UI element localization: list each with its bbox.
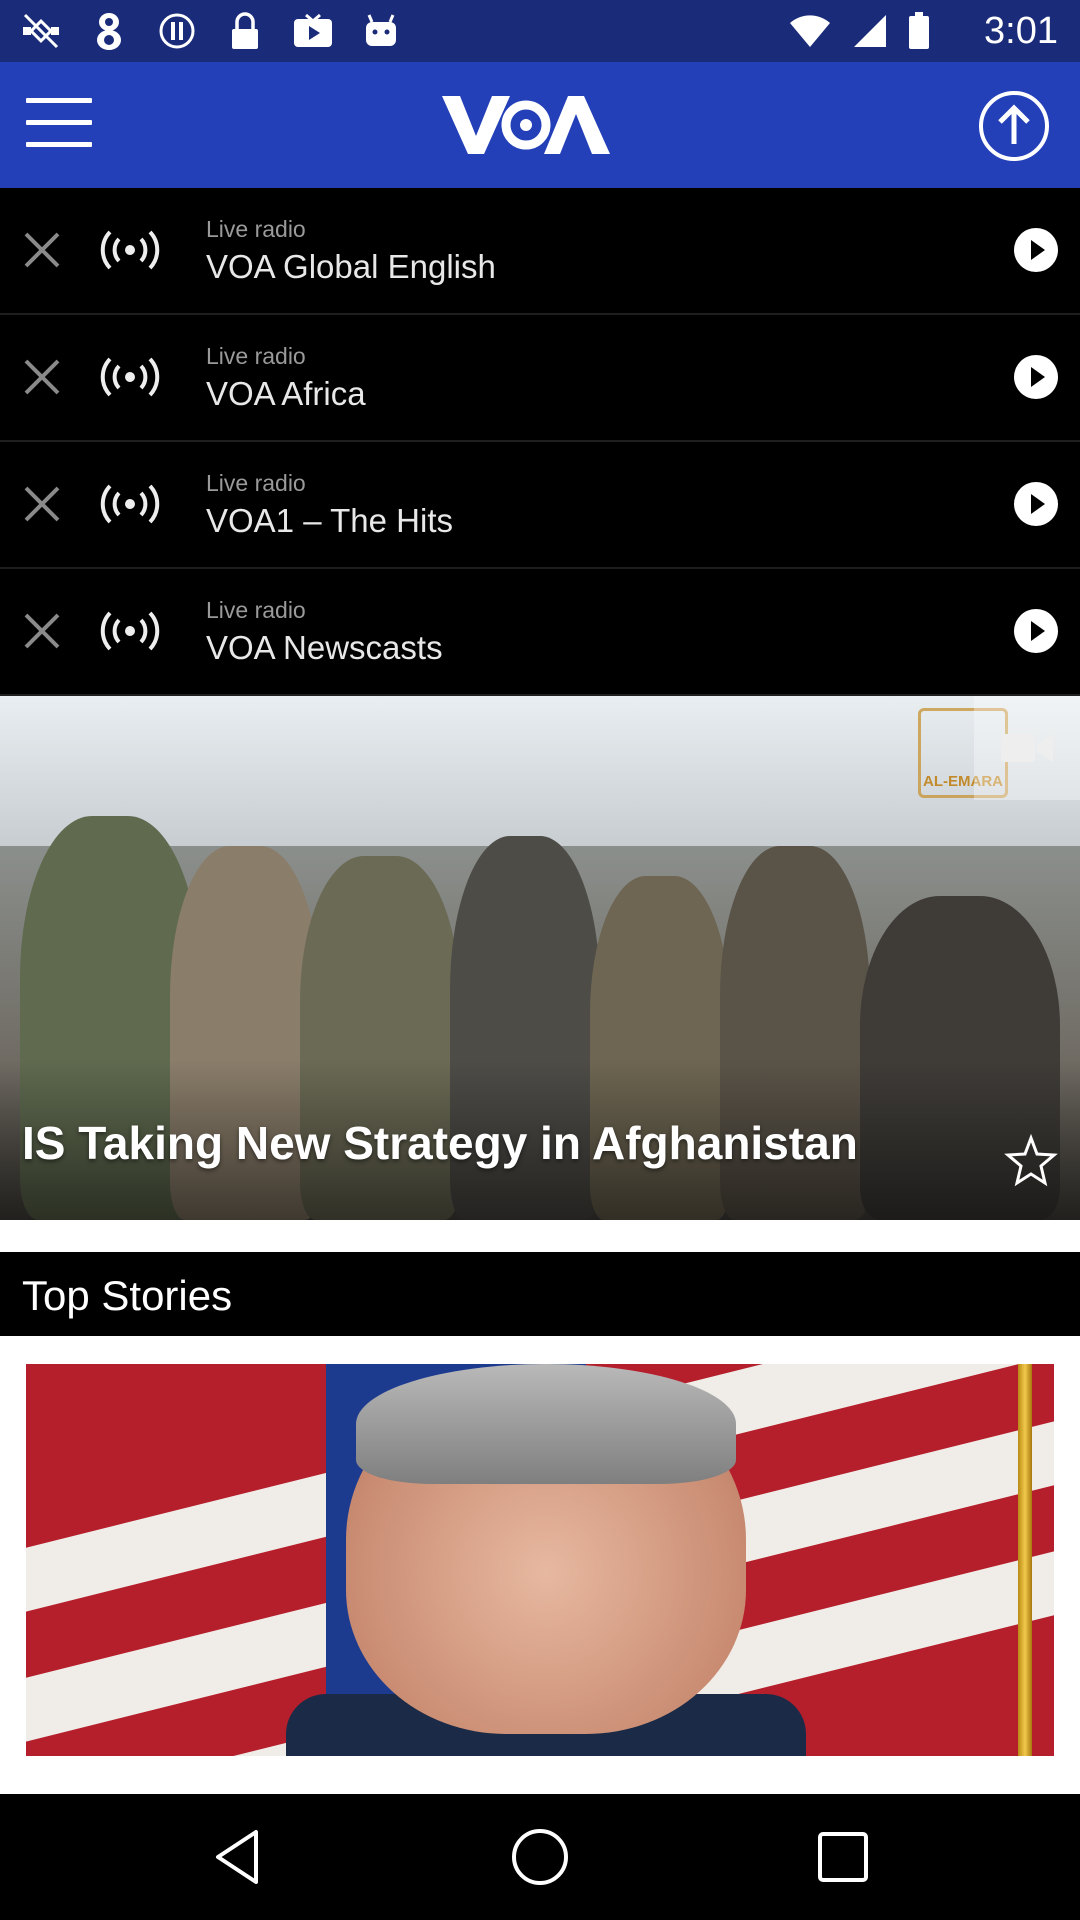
satellite-off-icon xyxy=(20,10,62,52)
radio-item[interactable]: Live radio VOA Global English xyxy=(0,188,1080,315)
play-icon[interactable] xyxy=(1012,226,1060,274)
app-header xyxy=(0,62,1080,188)
radio-item[interactable]: Live radio VOA Newscasts xyxy=(0,569,1080,696)
portrait-hair xyxy=(356,1364,736,1484)
section-title: Top Stories xyxy=(22,1272,233,1319)
close-icon[interactable] xyxy=(20,482,64,526)
android-icon xyxy=(360,10,402,52)
video-camera-icon xyxy=(974,696,1080,800)
voa-logo[interactable] xyxy=(440,92,612,158)
lock-icon xyxy=(224,10,266,52)
broadcast-icon xyxy=(98,607,162,655)
cell-signal-icon xyxy=(852,13,888,54)
home-circle-icon[interactable] xyxy=(507,1824,573,1890)
flag-pole xyxy=(1018,1364,1032,1756)
recents-square-icon[interactable] xyxy=(810,1824,876,1890)
radio-item-kicker: Live radio xyxy=(206,216,306,242)
hero-story-card[interactable]: AL-EMARA IS Taking New Strategy in Afgha… xyxy=(0,696,1080,1220)
status-icons xyxy=(20,8,402,54)
hamburger-menu-icon xyxy=(26,98,92,103)
radio-item-kicker: Live radio xyxy=(206,597,306,623)
battery-icon xyxy=(908,12,930,55)
broadcast-icon xyxy=(98,480,162,528)
radio-item-title: VOA Newscasts xyxy=(206,629,443,666)
status-bar: 3:01 xyxy=(0,0,1080,62)
radio-item[interactable]: Live radio VOA1 – The Hits xyxy=(0,442,1080,569)
live-radio-list: Live radio VOA Global English Live radio… xyxy=(0,188,1080,696)
radio-item-title: VOA Global English xyxy=(206,248,496,285)
arrow-up-circle-icon xyxy=(979,91,1049,161)
menu-button[interactable] xyxy=(26,98,92,152)
close-icon[interactable] xyxy=(20,228,64,272)
radio-item-title: VOA1 – The Hits xyxy=(206,502,454,539)
broadcast-icon xyxy=(98,226,162,274)
star-outline-icon[interactable] xyxy=(1004,1133,1058,1188)
close-icon[interactable] xyxy=(20,609,64,653)
top-story-image[interactable] xyxy=(26,1364,1054,1756)
play-icon[interactable] xyxy=(1012,480,1060,528)
back-triangle-icon[interactable] xyxy=(206,1824,272,1890)
top-story-area xyxy=(0,1336,1080,1794)
broadcast-icon xyxy=(98,353,162,401)
scroll-to-top-button[interactable] xyxy=(978,90,1050,162)
hero-headline[interactable]: IS Taking New Strategy in Afghanistan xyxy=(22,1116,962,1170)
status-time: 3:01 xyxy=(984,10,1058,52)
status-system-icons xyxy=(788,12,930,55)
wifi-icon xyxy=(788,13,832,54)
section-spacer xyxy=(0,1220,1080,1252)
radio-item-title: VOA Africa xyxy=(206,375,366,412)
play-icon[interactable] xyxy=(1012,607,1060,655)
radio-item-kicker: Live radio xyxy=(206,343,306,369)
youtube-icon xyxy=(292,10,334,52)
system-navigation-bar xyxy=(0,1794,1080,1920)
close-icon[interactable] xyxy=(20,355,64,399)
play-icon[interactable] xyxy=(1012,353,1060,401)
info-circle-icon xyxy=(156,10,198,52)
radio-item-kicker: Live radio xyxy=(206,470,306,496)
digit-eight-icon xyxy=(88,10,130,52)
radio-item[interactable]: Live radio VOA Africa xyxy=(0,315,1080,442)
section-header: Top Stories xyxy=(0,1252,1080,1336)
